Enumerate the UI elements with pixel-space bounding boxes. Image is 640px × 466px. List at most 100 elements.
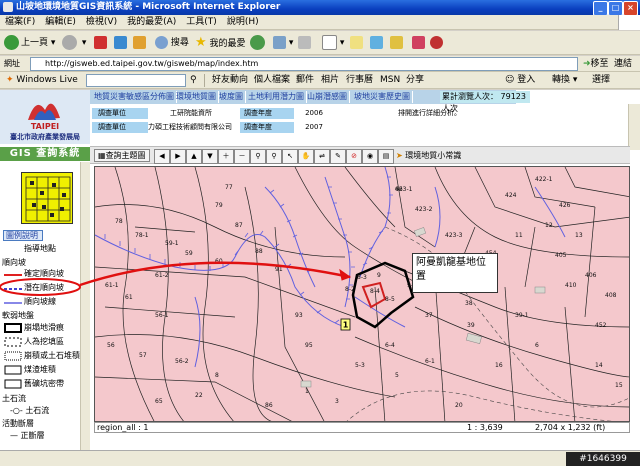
parcel-label: 8-5 — [385, 296, 395, 303]
links-button[interactable]: 連結 » — [614, 57, 640, 83]
measure-button[interactable]: ⇌ — [314, 149, 330, 164]
tab-environment-geology[interactable]: 環境地質圖 — [174, 91, 219, 103]
menu-view[interactable]: 檢視(V) — [81, 15, 122, 30]
gis-toolbar: ▦查詢主題圖 ◀ ▶ ▲ ▼ ＋ － ⚲ ⚲ ↖ ✋ ⇌ ✎ ⊘ ◉ ▤ ➤ 環… — [90, 146, 630, 164]
search-button[interactable]: 搜尋 — [155, 34, 189, 52]
home-icon — [133, 36, 146, 49]
mail-button[interactable]: ▾ — [273, 34, 293, 52]
tab-sensitive-area[interactable]: 地質災害敏感區分佈圖 — [92, 91, 177, 103]
convert-button[interactable]: 轉換 ▾ — [552, 72, 577, 89]
info-scrollbar[interactable] — [628, 104, 640, 150]
parcel-label: 56-2 — [175, 358, 189, 365]
site-callout: 阿曼凱龍基地位置 — [412, 253, 498, 293]
go-button[interactable]: ➜移至 — [583, 57, 613, 71]
parcel-label: 61-2 — [155, 272, 169, 279]
windows-live-toolbar: ✦ Windows Live ⚲ 好友動向 個人檔案 郵件 相片 行事曆 MSN… — [0, 72, 640, 89]
live-item-photos[interactable]: 相片 — [321, 72, 339, 89]
forward-button[interactable]: ▾ — [62, 34, 86, 52]
select-button[interactable]: 選擇 — [592, 72, 610, 89]
parcel-label: 6-1 — [425, 358, 435, 365]
parcel-label: 423-2 — [415, 206, 433, 213]
identify-button[interactable]: ↖ — [282, 149, 298, 164]
dept-name: 臺北市政府產業發展局 — [10, 133, 80, 141]
live-item-friends[interactable]: 好友動向 — [212, 72, 248, 89]
parcel-boundaries — [95, 167, 629, 421]
browser-toolbar: 上一頁 ▾ ▾ 搜尋 ★ 我的最愛 ▾ ▾ — [0, 31, 640, 55]
tab-slope[interactable]: 坡度圖 — [217, 91, 246, 103]
survey-unit-value: 力碩工程技術顧問有限公司 — [148, 123, 232, 131]
tab-landslide[interactable]: 山崩潛感圖 — [305, 91, 350, 103]
pan-hand-button[interactable]: ✋ — [298, 149, 314, 164]
messenger-button[interactable] — [370, 34, 383, 52]
gis-header: GIS 查詢系統 — [0, 147, 90, 161]
live-item-share[interactable]: 分享 — [406, 72, 424, 89]
address-input[interactable]: http://gisweb.ed.taipei.gov.tw/gisweb/ma… — [30, 57, 578, 71]
pan-left-button[interactable]: ◀ — [154, 149, 170, 164]
map-canvas[interactable]: 423-1423-2423-3422-142442677797878-159-1… — [95, 167, 630, 422]
dip-slope-ticks — [104, 176, 393, 324]
discuss-button[interactable] — [350, 34, 363, 52]
minimize-button[interactable]: _ — [593, 1, 608, 16]
zoom-box-button[interactable]: ⚲ — [250, 149, 266, 164]
arrow-down-icon: ▼ — [207, 152, 213, 160]
tool-button[interactable] — [430, 34, 443, 52]
parcel-label: 424 — [505, 192, 517, 199]
home-button[interactable] — [133, 34, 146, 52]
pan-right-button[interactable]: ▶ — [170, 149, 186, 164]
refresh-button[interactable] — [114, 34, 127, 52]
zoom-full-button[interactable]: ⚲ — [266, 149, 282, 164]
legend-tab[interactable]: 圖例說明 — [3, 230, 43, 241]
legend-thin-box-icon — [4, 379, 22, 389]
pan-up-button[interactable]: ▲ — [186, 149, 202, 164]
live-item-msn[interactable]: MSN — [380, 72, 400, 89]
edit-button[interactable]: ▾ — [322, 34, 344, 52]
live-item-profile[interactable]: 個人檔案 — [254, 72, 290, 89]
menu-tools[interactable]: 工具(T) — [181, 15, 222, 30]
print-button[interactable] — [298, 34, 311, 52]
legend-heading: 土石流 — [2, 394, 26, 403]
site-logo: TAIPEI 臺北市政府產業發展局 — [0, 90, 90, 144]
visitor-counter: 累計瀏覽人次： 79123 人次 — [440, 91, 530, 113]
address-label: 網址 — [4, 59, 20, 68]
parcel-label: 423-3 — [445, 232, 463, 239]
layer-select[interactable]: ➤ 環境地質小常識 — [396, 149, 461, 162]
cancel-button[interactable]: ⊘ — [346, 149, 362, 164]
gis-map-view[interactable]: 423-1 423-2 423-3 422-1 424 426 77 79 78 78-1 59-1… — [94, 166, 630, 422]
parcel-label: 61 — [125, 294, 133, 301]
parcel-label: 20 — [455, 402, 463, 409]
history-button[interactable] — [250, 34, 267, 52]
tab-disaster-history[interactable]: 坡地災害歷史圖 — [352, 91, 413, 103]
menu-favorites[interactable]: 我的最愛(A) — [122, 15, 181, 30]
research-button[interactable] — [390, 34, 403, 52]
menu-file[interactable]: 檔案(F) — [0, 15, 40, 30]
windows-live-logo[interactable]: ✦ Windows Live — [6, 72, 78, 89]
live-item-calendar[interactable]: 行事曆 — [346, 72, 373, 89]
live-search-button[interactable]: ⚲ — [190, 72, 197, 89]
zoom-in-button[interactable]: ＋ — [218, 149, 234, 164]
live-flag-icon: ✦ — [6, 75, 14, 85]
scale-readout: 1 : 3,639 — [467, 423, 503, 432]
legend-scrollbar[interactable] — [80, 162, 90, 450]
back-button[interactable]: 上一頁 ▾ — [4, 34, 55, 52]
favorites-button[interactable]: ★ 我的最愛 — [195, 34, 246, 52]
maximize-button[interactable]: □ — [608, 1, 623, 16]
overview-map[interactable] — [21, 172, 73, 224]
close-button[interactable]: × — [623, 1, 638, 16]
zoom-out-button[interactable]: － — [234, 149, 250, 164]
live-search-input[interactable] — [86, 74, 186, 87]
signin-button[interactable]: ☺ 登入 — [505, 72, 535, 89]
live-item-mail[interactable]: 郵件 — [296, 72, 314, 89]
parcel-label: 15 — [615, 382, 623, 389]
menu-help[interactable]: 說明(H) — [222, 15, 264, 30]
query-theme-button[interactable]: ▦查詢主題圖 — [94, 149, 150, 162]
arrow-left-icon: ◀ — [159, 152, 165, 160]
bookmark-button[interactable] — [412, 34, 425, 52]
pan-down-button[interactable]: ▼ — [202, 149, 218, 164]
menu-edit[interactable]: 編輯(E) — [40, 15, 81, 30]
stop-button[interactable] — [94, 34, 107, 52]
clear-button[interactable]: ✎ — [330, 149, 346, 164]
print-map-button[interactable]: ▤ — [378, 149, 394, 164]
tab-land-use[interactable]: 土地利用潛力圖 — [246, 91, 307, 103]
view-button[interactable]: ◉ — [362, 149, 378, 164]
parcel-label: 16 — [495, 362, 503, 369]
